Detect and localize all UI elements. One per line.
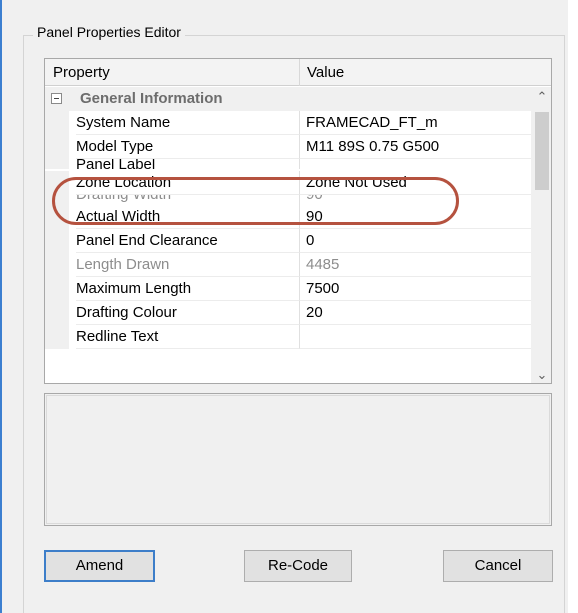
grid-rows: General Information System Name FRAMECAD… <box>45 87 531 383</box>
property-value[interactable]: M11 89S 0.75 G500 <box>299 135 531 159</box>
property-name: Panel Label <box>76 159 300 169</box>
property-value[interactable]: 0 <box>299 229 531 253</box>
property-row[interactable]: Redline Text <box>45 325 531 349</box>
property-row[interactable]: Maximum Length 7500 <box>45 277 531 301</box>
property-value[interactable] <box>299 159 531 169</box>
window-right-edge <box>568 0 578 613</box>
column-divider[interactable] <box>299 59 300 86</box>
property-name: Redline Text <box>76 325 300 349</box>
property-row[interactable]: System Name FRAMECAD_FT_m <box>45 111 531 135</box>
property-column-header[interactable]: Property <box>53 59 110 86</box>
amend-button[interactable]: Amend <box>44 550 155 582</box>
property-row[interactable]: Drafting Colour 20 <box>45 301 531 325</box>
property-value[interactable]: Zone Not Used <box>299 171 531 195</box>
cancel-button[interactable]: Cancel <box>443 550 553 582</box>
category-general-information[interactable]: General Information <box>45 87 531 111</box>
property-grid[interactable]: Property Value General Information Syste… <box>44 58 552 384</box>
chevron-up-icon[interactable]: ⌃ <box>531 87 551 107</box>
property-value[interactable]: 90 <box>299 205 531 229</box>
property-row[interactable]: Length Drawn 4485 <box>45 253 531 277</box>
property-value[interactable] <box>299 325 531 349</box>
collapse-icon[interactable] <box>51 93 62 104</box>
scrollbar-thumb[interactable] <box>535 112 549 190</box>
value-column-header[interactable]: Value <box>307 59 344 86</box>
property-value[interactable]: 4485 <box>299 253 531 277</box>
recode-button[interactable]: Re-Code <box>244 550 352 582</box>
vertical-scrollbar[interactable]: ⌃ ⌄ <box>531 87 551 383</box>
property-row[interactable]: Actual Width 90 <box>45 205 531 229</box>
property-name: Maximum Length <box>76 277 300 301</box>
property-row-panel-label-partial[interactable]: Panel Label <box>45 159 531 169</box>
property-value[interactable]: 20 <box>299 301 531 325</box>
property-row-zone-location[interactable]: Zone Location Zone Not Used <box>45 171 531 195</box>
property-value[interactable]: 90 <box>299 195 531 205</box>
property-row[interactable]: Panel End Clearance 0 <box>45 229 531 253</box>
property-name: System Name <box>76 111 300 135</box>
property-name: Model Type <box>76 135 300 159</box>
property-name: Zone Location <box>76 171 300 195</box>
property-row[interactable]: Model Type M11 89S 0.75 G500 <box>45 135 531 159</box>
grid-header: Property Value <box>45 59 551 86</box>
property-name: Length Drawn <box>76 253 300 277</box>
property-name: Drafting Colour <box>76 301 300 325</box>
property-name: Panel End Clearance <box>76 229 300 253</box>
property-name: Drafting Width <box>76 195 300 205</box>
property-description-panel <box>44 393 552 526</box>
panel-properties-window: Panel Properties Editor Property Value G… <box>0 0 578 613</box>
property-row-drafting-width-partial[interactable]: Drafting Width 90 <box>45 195 531 205</box>
property-value[interactable]: 7500 <box>299 277 531 301</box>
property-value[interactable]: FRAMECAD_FT_m <box>299 111 531 135</box>
property-name: Actual Width <box>76 205 300 229</box>
category-label: General Information <box>80 90 223 107</box>
chevron-down-icon[interactable]: ⌄ <box>531 365 551 383</box>
groupbox-title: Panel Properties Editor <box>33 24 185 40</box>
window-left-edge <box>0 0 2 613</box>
